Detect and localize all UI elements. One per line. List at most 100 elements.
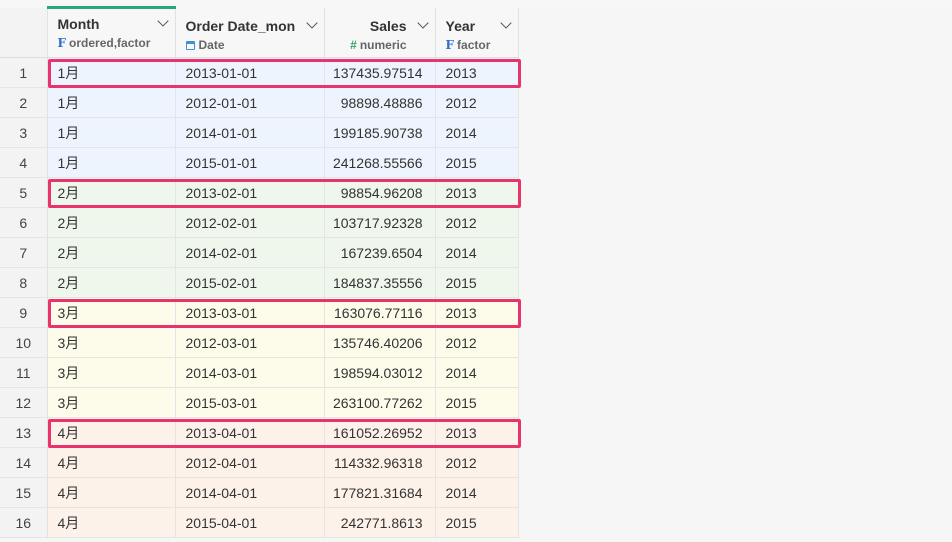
cell-sales: 241268.55566 [324,147,436,178]
cell-month: 4月 [47,507,176,538]
table-row[interactable]: 13 4月 2013-04-01 161052.26952 2013 [0,417,519,448]
cell-month: 3月 [47,297,176,328]
cell-sales: 263100.77262 [324,387,436,418]
row-number: 9 [0,297,48,328]
cell-order-date-mon: 2015-03-01 [175,387,325,418]
cell-sales: 163076.77116 [324,297,436,328]
cell-year: 2014 [435,117,519,148]
row-number: 5 [0,177,48,208]
cell-month: 4月 [47,477,176,508]
cell-year: 2014 [435,237,519,268]
cell-sales: 98898.48886 [324,87,436,118]
cell-year: 2013 [435,417,519,448]
row-number: 4 [0,147,48,178]
cell-order-date-mon: 2012-01-01 [175,87,325,118]
factor-type-icon: F [57,36,67,50]
table-row[interactable]: 16 4月 2015-04-01 242771.8613 2015 [0,507,519,538]
cell-sales: 177821.31684 [324,477,436,508]
row-number: 2 [0,87,48,118]
cell-sales: 98854.96208 [324,177,436,208]
cell-month: 2月 [47,237,176,268]
row-number: 14 [0,447,48,478]
cell-year: 2014 [435,477,519,508]
cell-order-date-mon: 2014-01-01 [175,117,325,148]
cell-sales: 167239.6504 [324,237,436,268]
column-type-label: ordered,factor [69,36,151,50]
cell-month: 1月 [47,87,176,118]
table-row[interactable]: 3 1月 2014-01-01 199185.90738 2014 [0,117,519,148]
row-number: 1 [0,57,48,88]
cell-order-date-mon: 2015-04-01 [175,507,325,538]
cell-order-date-mon: 2013-01-01 [175,57,325,88]
table-row[interactable]: 14 4月 2012-04-01 114332.96318 2012 [0,447,519,478]
cell-year: 2015 [435,387,519,418]
table-row[interactable]: 4 1月 2015-01-01 241268.55566 2015 [0,147,519,178]
column-type-label: factor [457,37,491,52]
row-number-header [0,7,48,58]
cell-year: 2013 [435,57,519,88]
column-header-sales[interactable]: Sales # numeric [324,7,436,58]
cell-month: 3月 [47,387,176,418]
table-row[interactable]: 2 1月 2012-01-01 98898.48886 2012 [0,87,519,118]
table-row[interactable]: 10 3月 2012-03-01 135746.40206 2012 [0,327,519,358]
row-number: 15 [0,477,48,508]
cell-sales: 135746.40206 [324,327,436,358]
cell-year: 2012 [435,327,519,358]
cell-month: 1月 [47,57,176,88]
cell-month: 4月 [47,447,176,478]
column-header-year[interactable]: Year Ffactor [435,7,519,58]
table-row[interactable]: 12 3月 2015-03-01 263100.77262 2015 [0,387,519,418]
cell-month: 4月 [47,417,176,448]
row-number: 3 [0,117,48,148]
column-type-label: numeric [359,37,407,52]
cell-sales: 161052.26952 [324,417,436,448]
cell-year: 2015 [435,507,519,538]
cell-sales: 103717.92328 [324,207,436,238]
cell-month: 2月 [47,177,176,208]
cell-order-date-mon: 2012-04-01 [175,447,325,478]
cell-year: 2012 [435,207,519,238]
table-row[interactable]: 11 3月 2014-03-01 198594.03012 2014 [0,357,519,388]
numeric-type-icon: # [350,37,357,52]
column-header-month[interactable]: Month Fordered,factor [47,6,176,58]
factor-type-icon: F [445,37,455,52]
data-grid: Month Fordered,factor Order Date_mon Dat… [0,6,952,542]
column-type-label: Date [198,37,225,52]
cell-sales: 137435.97514 [324,57,436,88]
table-row[interactable]: 15 4月 2014-04-01 177821.31684 2014 [0,477,519,508]
cell-month: 2月 [47,207,176,238]
row-number: 11 [0,357,48,388]
cell-sales: 242771.8613 [324,507,436,538]
row-number: 12 [0,387,48,418]
table-row[interactable]: 9 3月 2013-03-01 163076.77116 2013 [0,297,519,328]
cell-month: 1月 [47,147,176,178]
cell-year: 2012 [435,87,519,118]
cell-year: 2012 [435,447,519,478]
table-row[interactable]: 1 1月 2013-01-01 137435.97514 2013 [0,57,519,88]
data-table: Month Fordered,factor Order Date_mon Dat… [0,6,519,538]
cell-month: 1月 [47,117,176,148]
row-number: 7 [0,237,48,268]
cell-order-date-mon: 2012-03-01 [175,327,325,358]
column-header-order-date-mon[interactable]: Order Date_mon Date [175,7,325,58]
header-row: Month Fordered,factor Order Date_mon Dat… [0,6,519,58]
cell-sales: 114332.96318 [324,447,436,478]
cell-month: 2月 [47,267,176,298]
cell-month: 3月 [47,357,176,388]
cell-order-date-mon: 2014-04-01 [175,477,325,508]
cell-order-date-mon: 2013-03-01 [175,297,325,328]
cell-sales: 184837.35556 [324,267,436,298]
cell-sales: 199185.90738 [324,117,436,148]
cell-year: 2015 [435,267,519,298]
column-title: Order Date_mon [185,17,296,34]
cell-year: 2015 [435,147,519,178]
table-row[interactable]: 5 2月 2013-02-01 98854.96208 2013 [0,177,519,208]
table-body: 1 1月 2013-01-01 137435.97514 2013 2 1月 2012-01-… [0,57,519,538]
calendar-icon [185,40,195,50]
cell-order-date-mon: 2015-01-01 [175,147,325,178]
cell-order-date-mon: 2013-02-01 [175,177,325,208]
table-row[interactable]: 6 2月 2012-02-01 103717.92328 2012 [0,207,519,238]
table-row[interactable]: 8 2月 2015-02-01 184837.35556 2015 [0,267,519,298]
cell-order-date-mon: 2014-03-01 [175,357,325,388]
table-row[interactable]: 7 2月 2014-02-01 167239.6504 2014 [0,237,519,268]
